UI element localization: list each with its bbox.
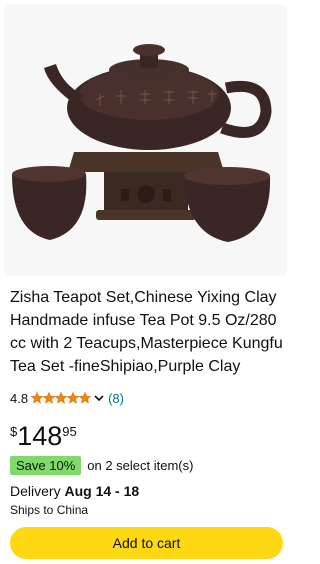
rating-value: 4.8 bbox=[10, 390, 29, 406]
delivery-label: Delivery bbox=[10, 483, 65, 499]
star-icon bbox=[43, 392, 56, 404]
save-badge: Save 10% bbox=[10, 456, 82, 475]
add-to-cart-button[interactable]: Add to cart bbox=[10, 527, 283, 559]
star-icon bbox=[55, 392, 68, 404]
price-whole: 148 bbox=[17, 421, 63, 451]
review-count-link[interactable]: (8) bbox=[108, 391, 124, 406]
product-image[interactable] bbox=[4, 4, 287, 276]
star-icon bbox=[79, 392, 92, 404]
delivery-date: Aug 14 - 18 bbox=[64, 483, 140, 499]
price: $ 148 95 bbox=[10, 421, 77, 453]
savings-text: on 2 select item(s) bbox=[87, 458, 194, 473]
star-rating[interactable] bbox=[31, 392, 92, 404]
delivery-info: Delivery Aug 14 - 18 bbox=[10, 482, 139, 500]
star-icon bbox=[67, 392, 80, 404]
teapot-product-photo bbox=[4, 4, 287, 276]
price-fraction: 95 bbox=[62, 424, 77, 439]
price-symbol: $ bbox=[10, 424, 18, 439]
product-card[interactable]: Zisha Teapot Set,Chinese Yixing Clay Han… bbox=[0, 0, 291, 564]
product-title[interactable]: Zisha Teapot Set,Chinese Yixing Clay Han… bbox=[10, 286, 286, 378]
savings-row: Save 10% on 2 select item(s) bbox=[10, 456, 193, 475]
star-icon bbox=[31, 392, 44, 404]
chevron-down-icon[interactable] bbox=[93, 392, 105, 404]
rating-row[interactable]: 4.8 (8) bbox=[10, 389, 124, 407]
ships-to: Ships to China bbox=[10, 503, 89, 517]
